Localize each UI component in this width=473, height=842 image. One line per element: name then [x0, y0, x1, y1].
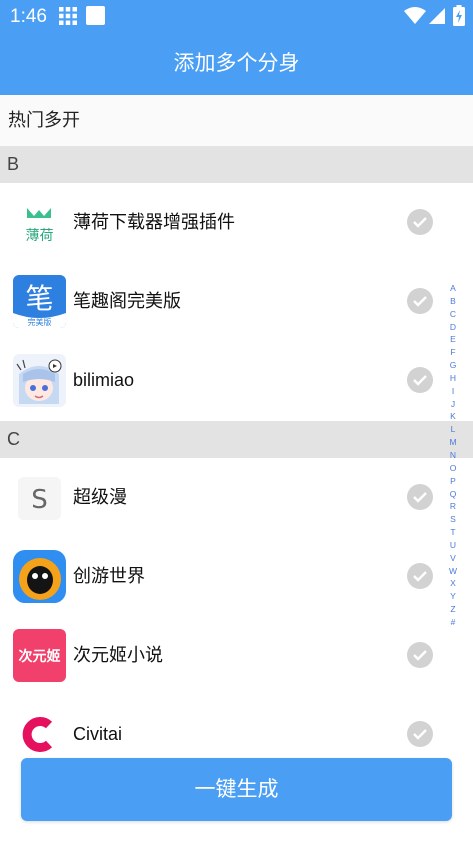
ciyuanji-icon: 次元姬: [13, 629, 66, 682]
app-name: 薄荷下载器增强插件: [73, 212, 235, 232]
bilimiao-anime-icon: [13, 354, 66, 407]
alphabet-letter[interactable]: R: [446, 500, 460, 513]
biquge-icon-text: 笔: [25, 282, 53, 315]
section-header-c: C: [0, 421, 473, 458]
battery-icon: [453, 5, 465, 26]
app-name: 创游世界: [73, 566, 145, 586]
alphabet-index[interactable]: A B C D E F G H I J K L M N O P Q R S T U V W X Y Z #: [446, 282, 460, 629]
app-item-ciyuanji[interactable]: 次元姬 次元姬小说: [0, 616, 440, 695]
section-header-b: B: [0, 146, 473, 183]
app-item-mint-downloader[interactable]: 薄荷 薄荷下载器增强插件: [0, 183, 440, 262]
check-circle-icon[interactable]: [407, 367, 433, 393]
app-item-bilimiao[interactable]: bilimiao: [0, 341, 440, 420]
alphabet-letter[interactable]: I: [446, 385, 460, 398]
alphabet-letter[interactable]: V: [446, 552, 460, 565]
alphabet-letter[interactable]: D: [446, 321, 460, 334]
app-item-chaojiman[interactable]: S 超级漫: [0, 458, 440, 537]
check-circle-icon[interactable]: [407, 484, 433, 510]
generate-button[interactable]: 一键生成: [21, 758, 452, 821]
alphabet-letter[interactable]: S: [446, 513, 460, 526]
s-icon-text: S: [31, 485, 48, 515]
check-circle-icon[interactable]: [407, 563, 433, 589]
alphabet-letter[interactable]: Q: [446, 488, 460, 501]
app-name: bilimiao: [73, 370, 135, 390]
hot-apps-header[interactable]: 热门多开: [0, 95, 473, 146]
civitai-c-icon: [13, 708, 66, 761]
alphabet-letter[interactable]: J: [446, 398, 460, 411]
status-bar: 1:46: [0, 0, 473, 32]
alphabet-letter[interactable]: X: [446, 577, 460, 590]
mint-icon-text: 薄荷: [26, 228, 54, 244]
check-circle-icon[interactable]: [407, 721, 433, 747]
alphabet-letter[interactable]: A: [446, 282, 460, 295]
chuangyou-icon: [13, 550, 66, 603]
check-circle-icon[interactable]: [407, 288, 433, 314]
alphabet-letter[interactable]: W: [446, 565, 460, 578]
signal-icon: [429, 8, 445, 24]
app-name: 次元姬小说: [73, 645, 163, 665]
alphabet-letter[interactable]: T: [446, 526, 460, 539]
biquge-icon: 笔 完美版: [13, 275, 66, 328]
alphabet-letter[interactable]: L: [446, 423, 460, 436]
app-name: 超级漫: [73, 487, 127, 507]
page-title: 添加多个分身: [0, 32, 473, 95]
alphabet-letter[interactable]: F: [446, 346, 460, 359]
section-letter: B: [7, 154, 20, 174]
biquge-icon-subtext: 完美版: [28, 317, 52, 327]
alphabet-letter[interactable]: O: [446, 462, 460, 475]
app-item-biquge[interactable]: 笔 完美版 笔趣阁完美版: [0, 262, 440, 341]
wifi-icon: [404, 7, 426, 24]
ciyuanji-icon-text: 次元姬: [19, 648, 61, 665]
alphabet-letter[interactable]: P: [446, 475, 460, 488]
alphabet-letter[interactable]: B: [446, 295, 460, 308]
alphabet-letter[interactable]: G: [446, 359, 460, 372]
status-time: 1:46: [10, 6, 47, 27]
mint-leaf-icon: 薄荷: [13, 196, 66, 249]
alphabet-letter[interactable]: U: [446, 539, 460, 552]
hot-apps-label: 热门多开: [8, 110, 80, 130]
app-name: 笔趣阁完美版: [73, 291, 181, 311]
alphabet-letter[interactable]: C: [446, 308, 460, 321]
app-item-chuangyou[interactable]: 创游世界: [0, 537, 440, 616]
alphabet-letter[interactable]: K: [446, 410, 460, 423]
alphabet-letter[interactable]: Z: [446, 603, 460, 616]
check-circle-icon[interactable]: [407, 642, 433, 668]
section-letter: C: [7, 429, 20, 449]
alphabet-letter[interactable]: M: [446, 436, 460, 449]
alphabet-letter[interactable]: #: [446, 616, 460, 629]
alphabet-letter[interactable]: E: [446, 333, 460, 346]
check-circle-icon[interactable]: [407, 209, 433, 235]
grid-icon: [59, 7, 77, 25]
alphabet-letter[interactable]: N: [446, 449, 460, 462]
letter-s-icon: S: [18, 477, 61, 520]
alphabet-letter[interactable]: Y: [446, 590, 460, 603]
alphabet-letter[interactable]: H: [446, 372, 460, 385]
notification-square-icon: [86, 6, 105, 25]
